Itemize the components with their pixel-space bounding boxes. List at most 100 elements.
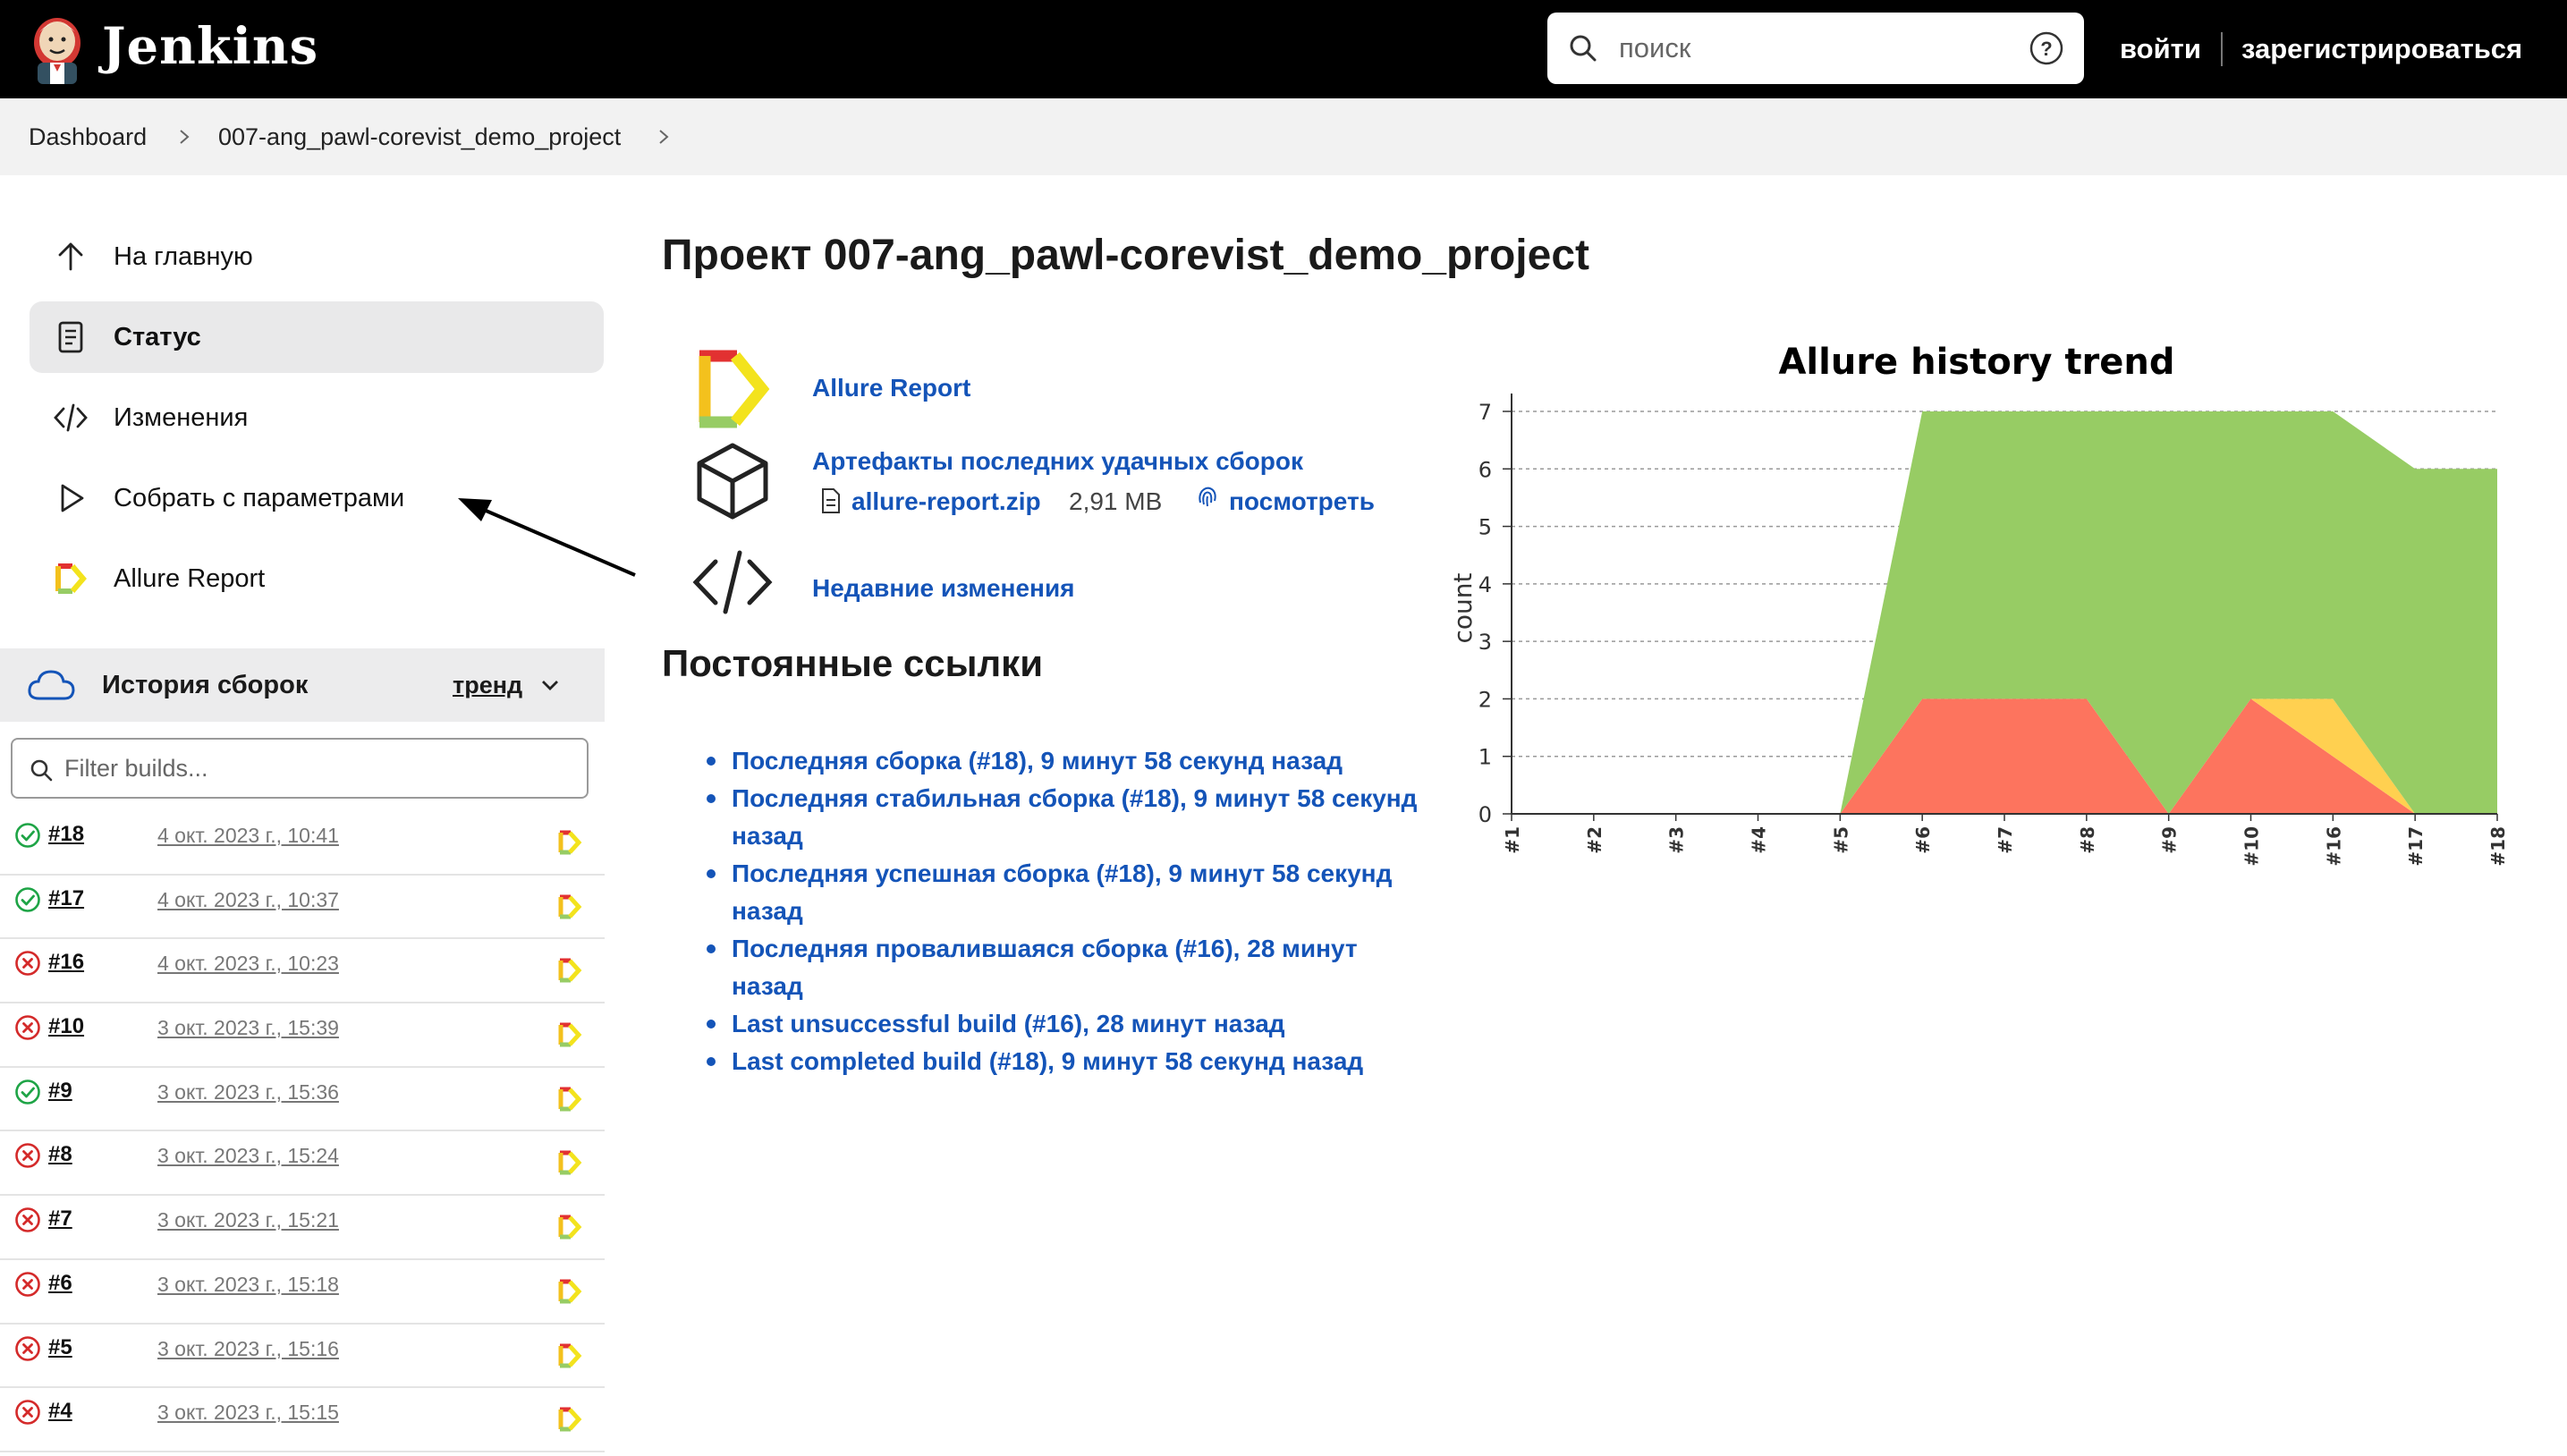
allure-icon[interactable] <box>556 957 583 984</box>
permalink-label[interactable]: Последняя провалившаяся сборка (#16), 28… <box>732 935 1358 1000</box>
permalink-label[interactable]: Последняя сборка (#18), 9 минут 58 секун… <box>732 747 1343 775</box>
build-row[interactable]: #5 3 окт. 2023 г., 15:16 <box>0 1324 605 1389</box>
build-number-link[interactable]: #4 <box>48 1399 72 1424</box>
build-date-link[interactable]: 4 окт. 2023 г., 10:37 <box>157 888 339 912</box>
build-number-link[interactable]: #10 <box>48 1014 84 1039</box>
failed-icon <box>15 1272 40 1297</box>
allure-icon[interactable] <box>556 1086 583 1113</box>
chart-xtick-label: #3 <box>1666 826 1688 854</box>
build-date-link[interactable]: 3 окт. 2023 г., 15:15 <box>157 1401 339 1425</box>
allure-icon[interactable] <box>556 1342 583 1369</box>
build-number-link[interactable]: #18 <box>48 822 84 847</box>
build-date-link[interactable]: 4 окт. 2023 г., 10:41 <box>157 824 339 848</box>
build-row[interactable]: #4 3 окт. 2023 г., 15:15 <box>0 1388 605 1452</box>
page-title: Проект 007-ang_pawl-corevist_demo_projec… <box>662 232 1590 279</box>
build-row[interactable]: #17 4 окт. 2023 г., 10:37 <box>0 875 605 940</box>
artifacts-link[interactable]: Артефакты последних удачных сборок <box>812 447 1303 476</box>
permalink-label[interactable]: Последняя стабильная сборка (#18), 9 мин… <box>732 784 1417 850</box>
sidebar-item-home[interactable]: На главную <box>30 221 604 292</box>
permalinks-title: Постоянные ссылки <box>662 642 1044 684</box>
allure-icon[interactable] <box>556 1214 583 1240</box>
file-icon <box>822 488 840 513</box>
chart-xtick-label: #10 <box>2241 826 2263 867</box>
permalink-item[interactable]: Последняя провалившаяся сборка (#16), 28… <box>707 930 1431 1005</box>
search-box[interactable]: ? <box>1547 13 2084 84</box>
build-number-link[interactable]: #5 <box>48 1335 72 1360</box>
allure-icon[interactable] <box>556 893 583 920</box>
help-icon[interactable]: ? <box>2029 30 2064 66</box>
fingerprint-icon[interactable] <box>1195 483 1220 510</box>
build-row[interactable]: #8 3 окт. 2023 г., 15:24 <box>0 1131 605 1197</box>
build-row[interactable]: #10 3 окт. 2023 г., 15:39 <box>0 1003 605 1068</box>
build-number-link[interactable]: #17 <box>48 886 84 911</box>
chart-ytick-label: 3 <box>1478 630 1492 655</box>
login-link[interactable]: войти <box>2120 0 2201 98</box>
chart-xtick-label: #8 <box>2077 826 2098 854</box>
sidebar-item-status[interactable]: Статус <box>30 301 604 373</box>
build-number-link[interactable]: #7 <box>48 1206 72 1232</box>
recent-changes-link[interactable]: Недавние изменения <box>812 574 1075 603</box>
build-number-link[interactable]: #16 <box>48 950 84 975</box>
jenkins-logo[interactable] <box>27 13 88 86</box>
chevron-right-icon[interactable] <box>655 128 673 146</box>
filter-builds-field[interactable] <box>11 738 589 799</box>
register-link[interactable]: зарегистрироваться <box>2241 0 2522 98</box>
chart-ytick-label: 5 <box>1478 515 1492 540</box>
allure-icon[interactable] <box>556 1149 583 1176</box>
permalink-item[interactable]: Последняя стабильная сборка (#18), 9 мин… <box>707 780 1431 855</box>
header-divider <box>2221 32 2223 66</box>
build-row[interactable]: #7 3 окт. 2023 г., 15:21 <box>0 1196 605 1260</box>
allure-icon[interactable] <box>556 1021 583 1048</box>
allure-report-link[interactable]: Allure Report <box>812 374 970 402</box>
permalink-item[interactable]: Last unsuccessful build (#16), 28 минут … <box>707 1005 1431 1043</box>
build-history-title: История сборок <box>102 671 309 699</box>
build-number-link[interactable]: #8 <box>48 1142 72 1167</box>
build-date-link[interactable]: 3 окт. 2023 г., 15:21 <box>157 1208 339 1232</box>
trend-link[interactable]: тренд <box>453 648 522 722</box>
breadcrumb-project[interactable]: 007-ang_pawl-corevist_demo_project <box>218 98 621 175</box>
artifact-view-link[interactable]: посмотреть <box>1229 487 1375 516</box>
chevron-down-icon[interactable] <box>540 677 560 693</box>
allure-icon <box>699 350 770 428</box>
top-bar: Jenkins ? войти зарегистрироваться <box>0 0 2567 98</box>
permalink-label[interactable]: Last unsuccessful build (#16), 28 минут … <box>732 1010 1285 1037</box>
sidebar-item-changes[interactable]: Изменения <box>30 382 604 453</box>
failed-icon <box>15 1143 40 1169</box>
build-number-link[interactable]: #9 <box>48 1079 72 1104</box>
build-date-link[interactable]: 3 окт. 2023 г., 15:36 <box>157 1080 339 1105</box>
breadcrumb: Dashboard 007-ang_pawl-corevist_demo_pro… <box>0 98 2567 175</box>
chevron-right-icon <box>180 130 190 144</box>
annotation-arrow <box>458 498 636 577</box>
build-row[interactable]: #18 4 окт. 2023 г., 10:41 <box>0 811 605 876</box>
build-row[interactable]: #16 4 окт. 2023 г., 10:23 <box>0 939 605 1004</box>
success-icon <box>15 823 40 848</box>
build-date-link[interactable]: 3 окт. 2023 г., 15:16 <box>157 1337 339 1361</box>
permalink-item[interactable]: Last completed build (#18), 9 минут 58 с… <box>707 1043 1431 1080</box>
build-number-link[interactable]: #6 <box>48 1271 72 1296</box>
permalink-item[interactable]: Последняя успешная сборка (#18), 9 минут… <box>707 855 1431 930</box>
svg-text:?: ? <box>2040 38 2052 60</box>
build-list: #18 4 окт. 2023 г., 10:41 #17 4 окт. 2023 г… <box>0 811 605 1452</box>
permalink-label[interactable]: Last completed build (#18), 9 минут 58 с… <box>732 1047 1363 1075</box>
build-date-link[interactable]: 3 окт. 2023 г., 15:18 <box>157 1273 339 1297</box>
permalink-label[interactable]: Последняя успешная сборка (#18), 9 минут… <box>732 859 1392 925</box>
breadcrumb-dashboard[interactable]: Dashboard <box>29 98 147 175</box>
search-input[interactable] <box>1619 13 1995 84</box>
filter-builds-input[interactable] <box>64 740 565 797</box>
permalink-item[interactable]: Последняя сборка (#18), 9 минут 58 секун… <box>707 742 1431 780</box>
allure-history-trend-chart[interactable]: Allure history trend count #1 #2 #3 #4 #5 #6 #… <box>1431 331 2522 885</box>
build-date-link[interactable]: 4 окт. 2023 г., 10:23 <box>157 952 339 976</box>
allure-icon[interactable] <box>556 1278 583 1305</box>
build-date-link[interactable]: 3 окт. 2023 г., 15:24 <box>157 1144 339 1168</box>
build-row[interactable]: #6 3 окт. 2023 г., 15:18 <box>0 1259 605 1325</box>
build-row[interactable]: #9 3 окт. 2023 г., 15:36 <box>0 1067 605 1132</box>
allure-icon[interactable] <box>556 829 583 856</box>
allure-icon[interactable] <box>556 1406 583 1433</box>
permalinks-list: Последняя сборка (#18), 9 минут 58 секун… <box>707 742 1431 1080</box>
chart-xtick-label: #18 <box>2487 826 2509 867</box>
artifact-file-link[interactable]: allure-report.zip <box>851 487 1041 516</box>
build-date-link[interactable]: 3 окт. 2023 г., 15:39 <box>157 1016 339 1040</box>
brand-name[interactable]: Jenkins <box>102 13 318 80</box>
chart-xtick-label: #2 <box>1584 826 1605 854</box>
build-history-header: История сборок тренд <box>0 648 605 722</box>
